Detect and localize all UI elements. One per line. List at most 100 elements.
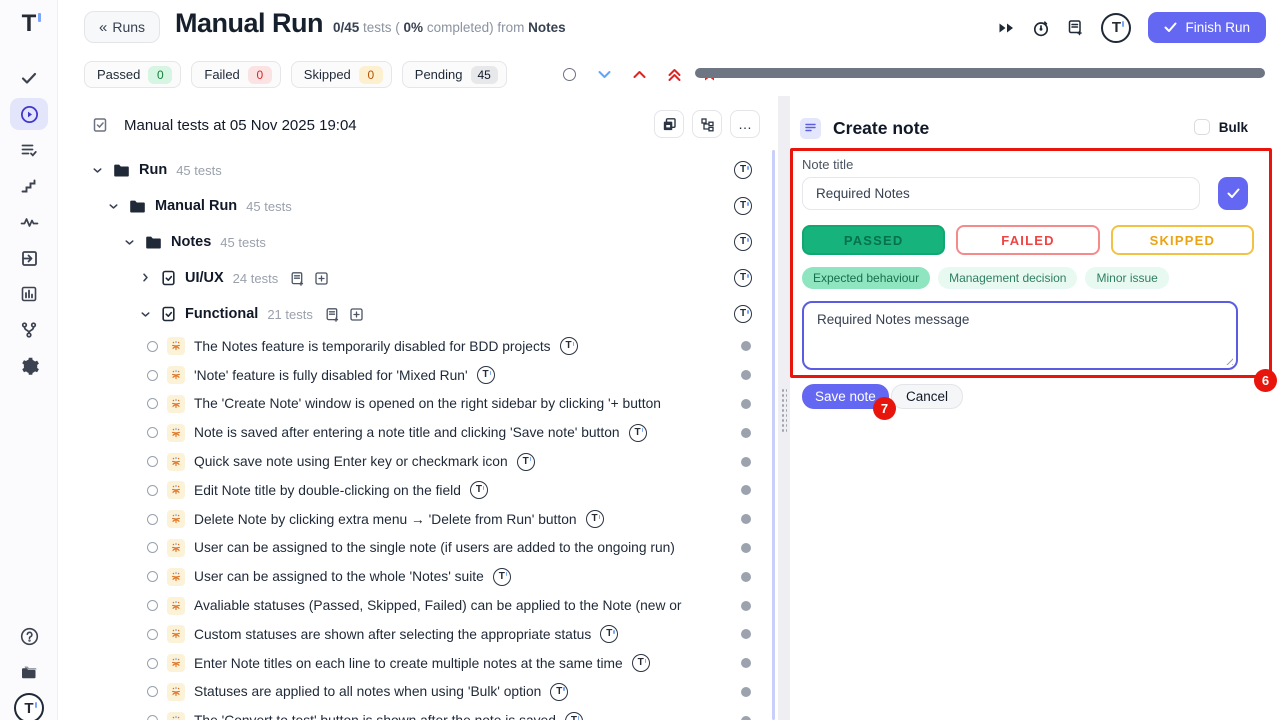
test-status-radio[interactable] — [147, 427, 158, 438]
sidebar-item-list[interactable] — [0, 132, 58, 168]
suite-owner-logo-icon[interactable]: T — [734, 161, 752, 179]
suite-row[interactable]: Notes 45 tests T — [58, 224, 778, 260]
note-tag[interactable]: Management decision — [938, 267, 1077, 289]
test-status-radio[interactable] — [147, 542, 158, 553]
add-note-icon[interactable] — [290, 271, 305, 286]
sidebar-item-check[interactable] — [0, 60, 58, 96]
add-note-icon[interactable] — [325, 307, 340, 322]
suite-owner-logo-icon[interactable]: T — [734, 197, 752, 215]
add-test-icon[interactable] — [349, 307, 364, 322]
test-state-dot[interactable] — [741, 341, 751, 351]
test-owner-logo-icon[interactable]: T — [517, 453, 535, 471]
filter-chip[interactable]: Passed 0 — [84, 61, 181, 88]
test-state-dot[interactable] — [741, 572, 751, 582]
note-add-icon[interactable] — [1067, 19, 1084, 36]
chevron-up-red-icon[interactable] — [633, 70, 646, 79]
suite-row[interactable]: Run 45 tests T — [58, 152, 778, 188]
test-row[interactable]: Quick save note using Enter key or check… — [58, 447, 778, 476]
status-button[interactable]: SKIPPED — [1111, 225, 1254, 255]
test-status-radio[interactable] — [147, 629, 158, 640]
circle-outline-icon[interactable] — [563, 68, 576, 81]
test-status-radio[interactable] — [147, 341, 158, 352]
filter-chip[interactable]: Skipped 0 — [291, 61, 392, 88]
chevron-down-blue-icon[interactable] — [598, 70, 611, 79]
sidebar-item-runs[interactable] — [0, 96, 58, 132]
test-state-dot[interactable] — [741, 399, 751, 409]
suite-row[interactable]: Functional 21 tests T — [58, 296, 778, 332]
sidebar-item-help[interactable] — [0, 618, 58, 654]
test-owner-logo-icon[interactable]: T — [632, 654, 650, 672]
suite-row[interactable]: Manual Run 45 tests T — [58, 188, 778, 224]
suite-owner-logo-icon[interactable]: T — [734, 233, 752, 251]
bulk-checkbox[interactable] — [1194, 119, 1210, 135]
status-button[interactable]: FAILED — [956, 225, 1099, 255]
brand-logo-icon[interactable]: T — [0, 8, 58, 40]
test-row[interactable]: 'Note' feature is fully disabled for 'Mi… — [58, 361, 778, 390]
note-tag[interactable]: Expected behaviour — [802, 267, 930, 289]
bulk-toggle[interactable]: Bulk — [1194, 119, 1248, 135]
splitter-grip-icon[interactable] — [781, 388, 787, 434]
avatar[interactable]: T — [1101, 13, 1131, 43]
test-status-radio[interactable] — [147, 456, 158, 467]
test-status-radio[interactable] — [147, 398, 158, 409]
test-row[interactable]: Enter Note titles on each line to create… — [58, 649, 778, 678]
suite-owner-logo-icon[interactable]: T — [734, 305, 752, 323]
test-owner-logo-icon[interactable]: T — [550, 683, 568, 701]
more-options-button[interactable]: … — [730, 110, 760, 138]
tree-scrollbar[interactable] — [772, 150, 775, 720]
test-status-radio[interactable] — [147, 485, 158, 496]
status-button[interactable]: PASSED — [802, 225, 945, 255]
tree-view-button[interactable] — [692, 110, 722, 138]
test-status-radio[interactable] — [147, 715, 158, 720]
test-row[interactable]: User can be assigned to the single note … — [58, 534, 778, 563]
test-row[interactable]: The Notes feature is temporarily disable… — [58, 332, 778, 361]
test-state-dot[interactable] — [741, 658, 751, 668]
fast-forward-icon[interactable] — [998, 21, 1015, 35]
test-status-radio[interactable] — [147, 658, 158, 669]
test-status-radio[interactable] — [147, 600, 158, 611]
timer-icon[interactable] — [1032, 19, 1050, 37]
test-row[interactable]: Edit Note title by double-clicking on th… — [58, 476, 778, 505]
back-to-runs-button[interactable]: « Runs — [84, 11, 160, 43]
test-owner-logo-icon[interactable]: T — [565, 712, 583, 720]
chevron-icon[interactable] — [90, 163, 104, 177]
test-state-dot[interactable] — [741, 428, 751, 438]
test-state-dot[interactable] — [741, 485, 751, 495]
test-state-dot[interactable] — [741, 629, 751, 639]
note-message-textarea[interactable]: Required Notes message — [802, 301, 1238, 370]
test-owner-logo-icon[interactable]: T — [586, 510, 604, 528]
chevrons-up-red-icon[interactable] — [668, 68, 681, 82]
test-state-dot[interactable] — [741, 601, 751, 611]
suite-row[interactable]: UI/UX 24 tests T — [58, 260, 778, 296]
test-state-dot[interactable] — [741, 370, 751, 380]
test-row[interactable]: Statuses are applied to all notes when u… — [58, 678, 778, 707]
sidebar-item-activity[interactable] — [0, 204, 58, 240]
note-tag[interactable]: Minor issue — [1085, 267, 1168, 289]
test-owner-logo-icon[interactable]: T — [560, 337, 578, 355]
suite-owner-logo-icon[interactable]: T — [734, 269, 752, 287]
test-status-radio[interactable] — [147, 514, 158, 525]
chevron-icon[interactable] — [122, 235, 136, 249]
test-owner-logo-icon[interactable]: T — [629, 424, 647, 442]
test-row[interactable]: The 'Convert to test' button is shown af… — [58, 706, 778, 720]
sidebar-item-import[interactable] — [0, 240, 58, 276]
chevron-icon[interactable] — [138, 307, 152, 321]
sidebar-item-projects[interactable] — [0, 654, 58, 690]
sidebar-item-settings[interactable] — [0, 348, 58, 384]
test-row[interactable]: Delete Note by clicking extra menu → 'De… — [58, 505, 778, 534]
sidebar-item-steps[interactable] — [0, 168, 58, 204]
sidebar-item-analytics[interactable] — [0, 276, 58, 312]
test-status-radio[interactable] — [147, 571, 158, 582]
test-state-dot[interactable] — [741, 457, 751, 467]
test-row[interactable]: Avaliable statuses (Passed, Skipped, Fai… — [58, 591, 778, 620]
test-state-dot[interactable] — [741, 687, 751, 697]
cancel-button[interactable]: Cancel — [891, 384, 963, 409]
test-owner-logo-icon[interactable]: T — [477, 366, 495, 384]
note-title-input[interactable] — [802, 177, 1200, 210]
copy-button[interactable] — [654, 110, 684, 138]
quick-save-button[interactable] — [1218, 177, 1248, 210]
add-test-icon[interactable] — [314, 271, 329, 286]
chevron-icon[interactable] — [106, 199, 120, 213]
test-owner-logo-icon[interactable]: T — [600, 625, 618, 643]
panel-splitter[interactable] — [778, 96, 790, 720]
